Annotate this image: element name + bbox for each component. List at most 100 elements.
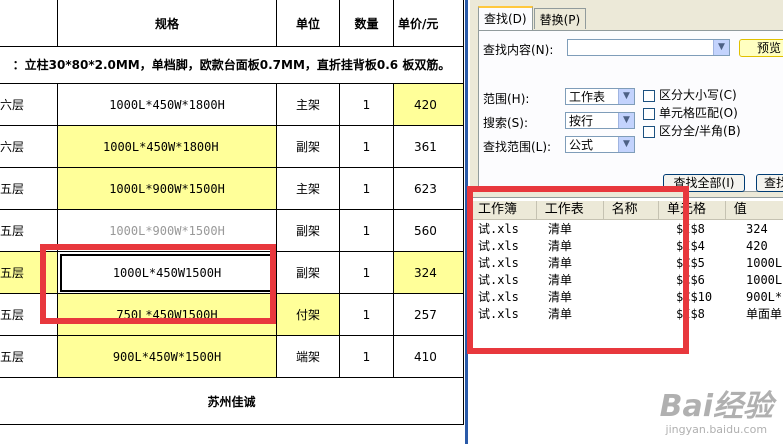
header-cell-qty[interactable]: 数量 (339, 0, 394, 47)
chevron-down-icon[interactable]: ▼ (618, 113, 634, 128)
price-cell[interactable]: 623 (393, 167, 464, 210)
price-cell[interactable]: 257 (393, 293, 464, 336)
result-book: 试.xls (478, 239, 519, 253)
spec-cell[interactable]: 900L*450W*1500H (57, 335, 277, 378)
result-book: 试.xls (478, 273, 519, 287)
layer-cell[interactable]: 五层 (0, 251, 58, 294)
price-cell[interactable]: 410 (393, 335, 464, 378)
price-cell[interactable]: 560 (393, 209, 464, 252)
result-cell: $I$4 (676, 239, 705, 253)
layer-cell[interactable]: 六层 (0, 125, 58, 168)
table-row: 五层 1000L*450W1500H 副架 1 324 (0, 251, 464, 294)
scope-select[interactable]: 工作表 ▼ (565, 88, 635, 105)
layer-cell[interactable]: 五层 (0, 335, 58, 378)
tab-find[interactable]: 查找(D) (478, 6, 533, 30)
result-row[interactable]: 试.xls 清单 $I$8 324 (470, 221, 783, 238)
result-row[interactable]: 试.xls 清单 $C$10 900L* (470, 289, 783, 306)
result-cell: $I$8 (676, 307, 705, 321)
look-in-select[interactable]: 公式 ▼ (565, 136, 635, 153)
result-value: 420 (746, 239, 768, 253)
find-replace-dialog: 查找(D) 替换(P) 查找内容(N): ▼ 预览 范围(H): 工作表 ▼ 搜… (470, 0, 783, 444)
header-cell-spec[interactable]: 规格 (57, 0, 277, 47)
spreadsheet[interactable]: 规格 单位 数量 单价/元 ：立柱30*80*2.0MM，单档脚，欧款台面板0.… (0, 0, 470, 444)
chevron-down-icon[interactable]: ▼ (713, 40, 729, 55)
spec-cell[interactable]: 1000L*900W*1500H (57, 167, 277, 210)
header-cell-price[interactable]: 单价/元 (393, 0, 464, 47)
match-case-checkbox[interactable]: 区分大小写(C) (643, 86, 737, 103)
search-select[interactable]: 按行 ▼ (565, 112, 635, 129)
footer-row: 苏州佳诚 (0, 377, 464, 425)
qty-cell[interactable]: 1 (339, 167, 394, 210)
qty-cell[interactable]: 1 (339, 125, 394, 168)
spec-cell[interactable]: 1000L*450W*1800H (57, 83, 277, 126)
price-cell[interactable]: 420 (393, 83, 464, 126)
match-case-label: 区分大小写(C) (659, 88, 737, 102)
result-sheet: 清单 (548, 273, 573, 287)
company-name[interactable]: 苏州佳诚 (0, 377, 464, 425)
result-book: 试.xls (478, 290, 519, 304)
result-value: 1000L (746, 256, 783, 270)
description-cell[interactable]: ：立柱30*80*2.0MM，单档脚，欧款台面板0.7MM，直折挂背板0.6 板… (0, 46, 464, 84)
result-cell: $I$8 (676, 222, 705, 236)
unit-cell[interactable]: 主架 (276, 167, 340, 210)
price-table: 规格 单位 数量 单价/元 ：立柱30*80*2.0MM，单档脚，欧款台面板0.… (0, 0, 464, 425)
unit-cell[interactable]: 主架 (276, 83, 340, 126)
table-row: 六层 1000L*450W*1800H 副架 1 361 (0, 125, 464, 168)
chevron-down-icon[interactable]: ▼ (618, 89, 634, 104)
result-row[interactable]: 试.xls 清单 $I$4 420 (470, 238, 783, 255)
price-cell[interactable]: 361 (393, 125, 464, 168)
find-next-button[interactable]: 查找 (756, 174, 783, 192)
match-cell-checkbox[interactable]: 单元格匹配(O) (643, 104, 738, 121)
unit-cell[interactable]: 副架 (276, 209, 340, 252)
col-cell[interactable]: 单元格 (659, 201, 726, 219)
find-all-button[interactable]: 查找全部(I) (663, 174, 745, 192)
find-panel: 查找内容(N): ▼ 预览 范围(H): 工作表 ▼ 搜索(S): 按行 ▼ 查… (478, 30, 783, 192)
col-name[interactable]: 名称 (604, 201, 659, 219)
unit-cell[interactable]: 副架 (276, 125, 340, 168)
layer-cell[interactable]: 五层 (0, 293, 58, 336)
result-value: 1000L (746, 273, 783, 287)
result-book: 试.xls (478, 222, 519, 236)
col-sheet[interactable]: 工作表 (537, 201, 604, 219)
unit-cell[interactable]: 副架 (276, 251, 340, 294)
result-name (610, 238, 668, 255)
preview-button[interactable]: 预览 (739, 39, 783, 57)
result-value: 900L* (746, 290, 783, 304)
header-cell-unit[interactable]: 单位 (276, 0, 340, 47)
price-cell[interactable]: 324 (393, 251, 464, 294)
col-value[interactable]: 值 (726, 201, 783, 219)
result-row[interactable]: 试.xls 清单 $I$8 单面单 (470, 306, 783, 323)
qty-cell[interactable]: 1 (339, 83, 394, 126)
result-name (610, 272, 668, 289)
find-what-input[interactable]: ▼ (567, 39, 730, 56)
description-row: ：立柱30*80*2.0MM，单档脚，欧款台面板0.7MM，直折挂背板0.6 板… (0, 46, 464, 84)
layer-cell[interactable]: 五层 (0, 167, 58, 210)
results-header: 工作簿 工作表 名称 单元格 值 (470, 201, 783, 220)
unit-cell[interactable]: 付架 (276, 293, 340, 336)
header-cell[interactable] (0, 0, 58, 47)
match-width-checkbox[interactable]: 区分全/半角(B) (643, 122, 741, 139)
spec-cell-selected[interactable]: 1000L*450W1500H (57, 251, 277, 294)
qty-cell[interactable]: 1 (339, 293, 394, 336)
spec-cell[interactable]: 1000L*450W*1800H (57, 125, 277, 168)
tab-replace[interactable]: 替换(P) (533, 8, 587, 29)
unit-cell[interactable]: 端架 (276, 335, 340, 378)
qty-cell[interactable]: 1 (339, 335, 394, 378)
table-row: 五层 1000L*900W*1500H 主架 1 623 (0, 167, 464, 210)
spec-cell[interactable]: 1000L*900W*1500H (57, 209, 277, 252)
chevron-down-icon[interactable]: ▼ (618, 137, 634, 152)
col-workbook[interactable]: 工作簿 (470, 201, 537, 219)
qty-cell[interactable]: 1 (339, 209, 394, 252)
search-value: 按行 (569, 114, 594, 128)
result-row[interactable]: 试.xls 清单 $C$5 1000L (470, 255, 783, 272)
spec-cell[interactable]: 750L*450W1500H (57, 293, 277, 336)
match-cell-label: 单元格匹配(O) (659, 106, 738, 120)
result-cell: $C$5 (676, 256, 705, 270)
watermark-url: jingyan.baidu.com (665, 423, 768, 436)
match-width-label: 区分全/半角(B) (659, 124, 741, 138)
layer-cell[interactable]: 六层 (0, 83, 58, 126)
result-row[interactable]: 试.xls 清单 $C$6 1000L (470, 272, 783, 289)
layer-cell[interactable]: 五层 (0, 209, 58, 252)
result-value: 324 (746, 222, 768, 236)
qty-cell[interactable]: 1 (339, 251, 394, 294)
